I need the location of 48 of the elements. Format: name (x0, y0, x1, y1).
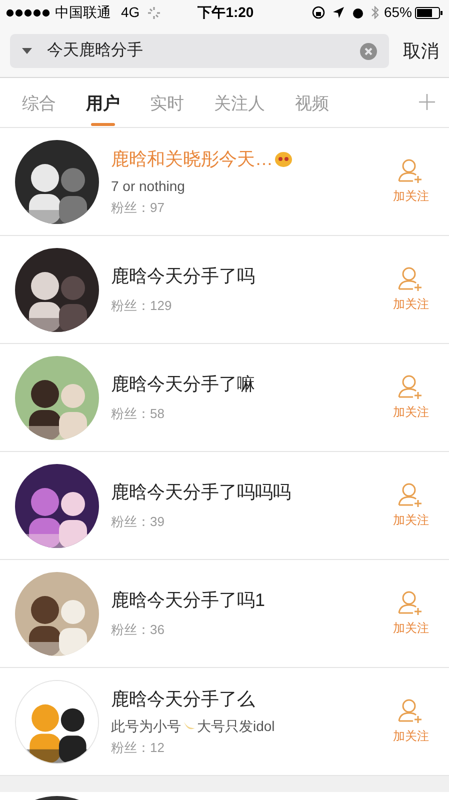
user-name[interactable]: 鹿晗今天分手了吗1 (111, 587, 266, 614)
follow-button[interactable]: 加关注 (393, 374, 429, 421)
carrier-name: 中国联通 (55, 3, 111, 22)
user-name[interactable]: 鹿晗今天分手了吗吗吗 (111, 479, 291, 506)
search-tab[interactable]: 综合 (22, 78, 56, 126)
add-user-icon (398, 698, 424, 724)
user-name[interactable]: 鹿晗今天分手了嘛 (111, 371, 255, 398)
follow-button[interactable]: 加关注 (393, 590, 429, 637)
add-user-icon (398, 158, 424, 184)
signal-icon (6, 8, 52, 16)
battery-percent: 65% (384, 3, 412, 22)
add-user-icon (398, 590, 424, 616)
user-name[interactable]: 鹿晗和关晓彤今天… (111, 146, 273, 173)
add-user-icon (398, 374, 424, 400)
bluetooth-icon (370, 6, 379, 19)
user-bio: 大号只发idol (197, 716, 275, 736)
location-icon (332, 7, 344, 18)
clear-icon[interactable] (360, 42, 377, 60)
search-tab[interactable]: 关注人 (214, 78, 265, 126)
rotation-lock-icon (312, 6, 325, 19)
search-field[interactable]: 今天鹿晗分手 (10, 34, 389, 68)
network-type: 4G (121, 3, 140, 22)
alarm-icon (352, 6, 364, 18)
follow-button[interactable]: 加关注 (393, 482, 429, 529)
user-name[interactable]: 鹿晗今天分手了吗 (111, 263, 255, 290)
battery-icon (415, 6, 443, 18)
user-name[interactable]: 鹿晗今天分手了么 (111, 686, 255, 713)
user-bio: 此号为小号 (111, 716, 181, 736)
search-tab[interactable]: 视频 (295, 78, 329, 126)
dropdown-caret-icon[interactable] (22, 48, 32, 54)
follow-button[interactable]: 加关注 (393, 698, 429, 745)
cancel-button[interactable]: 取消 (403, 38, 439, 64)
follow-button[interactable]: 加关注 (393, 266, 429, 313)
follower-count: 粉丝：12 (111, 738, 166, 757)
follower-count: 粉丝：39 (111, 513, 166, 532)
loading-icon (148, 6, 160, 18)
add-tab-icon[interactable] (419, 94, 435, 110)
search-tab[interactable]: 实时 (150, 78, 184, 126)
follower-count: 粉丝：97 (111, 198, 166, 217)
follower-count: 粉丝：36 (111, 621, 166, 640)
user-bio: 7 or nothing (111, 176, 185, 196)
follower-count: 粉丝：129 (111, 297, 173, 316)
add-user-icon (398, 266, 424, 292)
follower-count: 粉丝：58 (111, 405, 166, 424)
search-tab[interactable]: 用户 (86, 78, 120, 126)
add-user-icon (398, 482, 424, 508)
status-time: 下午1:20 (198, 3, 254, 22)
follow-button[interactable]: 加关注 (393, 158, 429, 205)
